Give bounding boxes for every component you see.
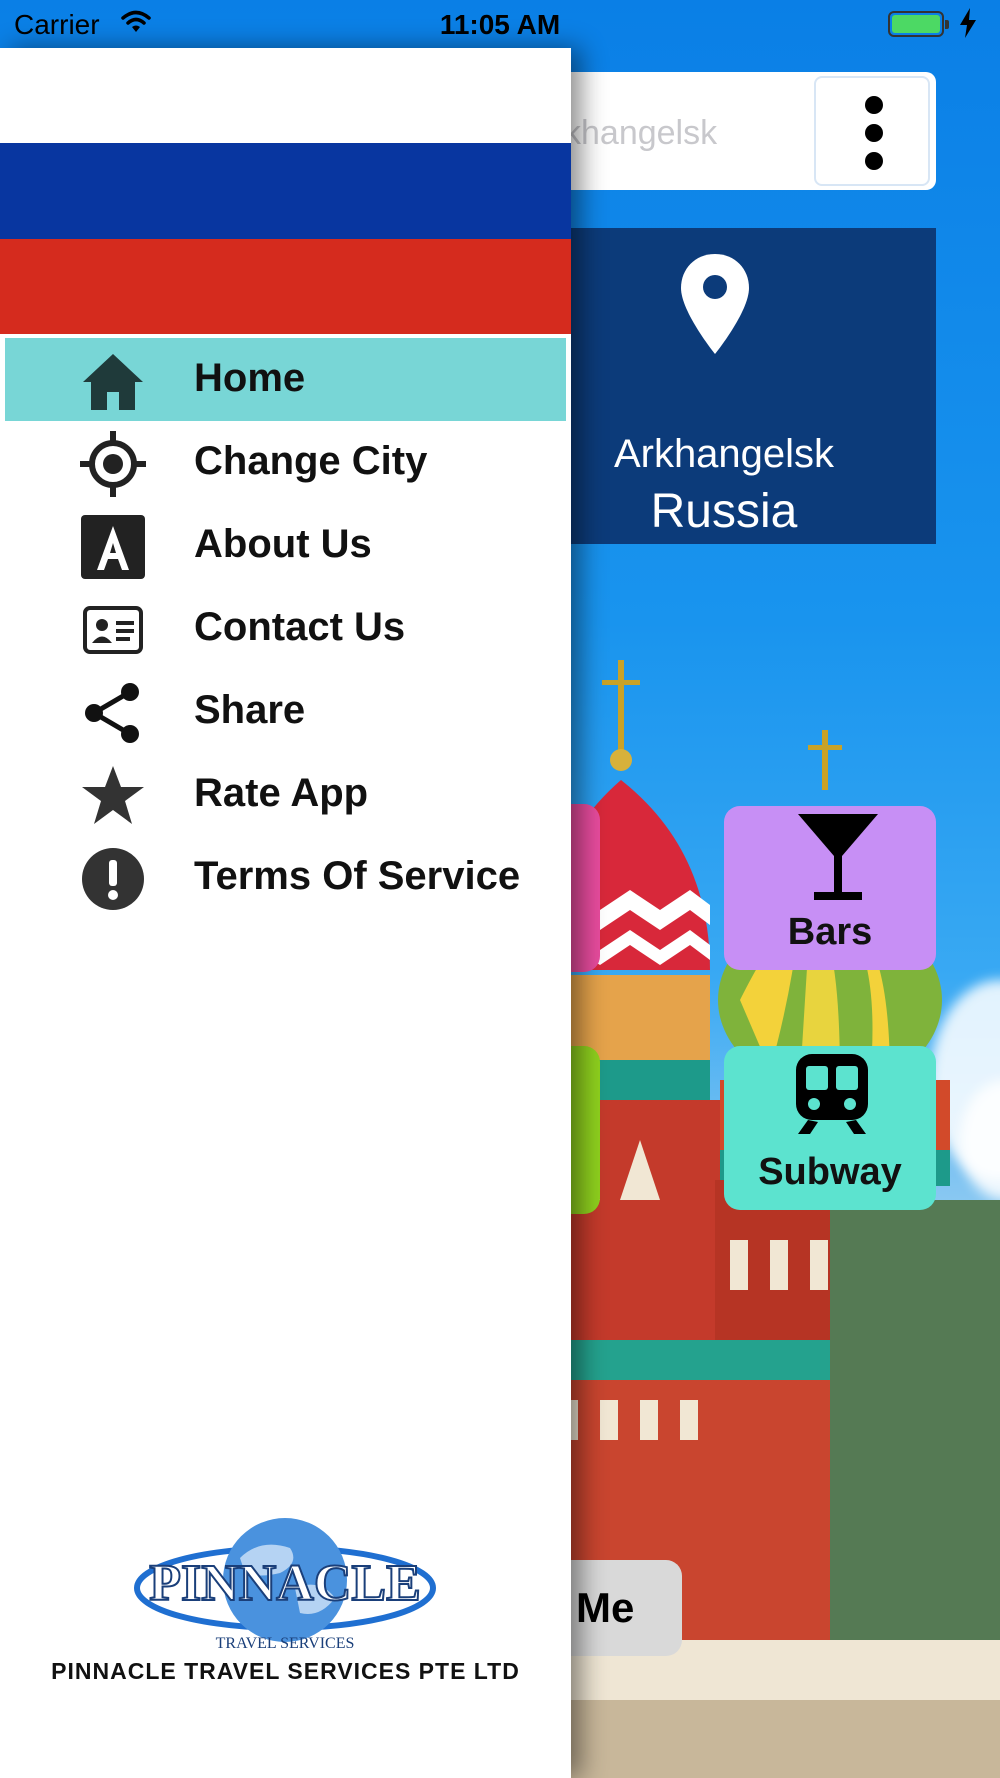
logo-text: PINNACLE	[149, 1555, 421, 1612]
logo-subtext: TRAVEL SERVICES	[216, 1635, 355, 1652]
menu-item-rate-app[interactable]: Rate App	[0, 753, 571, 836]
more-options-button[interactable]	[814, 76, 930, 186]
company-name: PINNACLE TRAVEL SERVICES PTE LTD	[51, 1658, 520, 1684]
menu-item-share[interactable]: Share	[0, 670, 571, 753]
side-drawer: Home Change City About Us Contact Us Sha…	[0, 48, 571, 1778]
menu-item-contact-us[interactable]: Contact Us	[0, 587, 571, 670]
subway-tile[interactable]: Subway	[724, 1046, 936, 1210]
menu-label: Change City	[194, 439, 428, 483]
flag-stripe-white	[0, 48, 571, 143]
pinnacle-logo: PINNACLE TRAVEL SERVICES	[134, 1518, 436, 1652]
bars-label: Bars	[787, 911, 873, 953]
menu-label: Terms Of Service	[194, 854, 521, 898]
exclamation-icon	[82, 848, 144, 910]
menu-label: Home	[194, 356, 306, 400]
drawer-menu: Home Change City About Us Contact Us Sha…	[0, 338, 571, 919]
menu-item-home[interactable]: Home	[5, 338, 566, 421]
flag-stripe-red	[0, 239, 571, 334]
contact-card-icon	[83, 606, 143, 654]
near-me-label: Me	[576, 1584, 635, 1631]
star-icon	[82, 766, 144, 824]
location-pin-icon	[681, 254, 749, 354]
status-bar: Carrier 11:05 AM	[0, 0, 1000, 48]
charging-icon	[960, 8, 976, 38]
share-icon	[85, 683, 139, 743]
menu-label: Contact Us	[194, 605, 406, 649]
menu-label: About Us	[194, 522, 372, 566]
flag-stripe-blue	[0, 143, 571, 239]
menu-label: Rate App	[194, 771, 369, 815]
menu-item-about-us[interactable]: About Us	[0, 504, 571, 587]
search-text: khangelsk	[564, 114, 718, 152]
menu-item-terms-of-service[interactable]: Terms Of Service	[0, 836, 571, 919]
menu-label: Share	[194, 688, 306, 732]
subway-label: Subway	[758, 1151, 902, 1193]
subway-train-icon	[796, 1054, 868, 1134]
menu-item-change-city[interactable]: Change City	[0, 421, 571, 504]
crosshair-icon	[80, 431, 146, 497]
cocktail-glass-icon	[798, 814, 878, 900]
location-country: Russia	[650, 485, 798, 538]
location-card[interactable]: Arkhangelsk Russia	[540, 228, 936, 544]
status-time: 11:05 AM	[439, 9, 561, 40]
letter-a-icon	[81, 515, 145, 579]
home-icon	[83, 354, 143, 410]
more-vertical-icon	[865, 96, 883, 114]
city-search-field[interactable]: khangelsk	[540, 72, 936, 190]
location-city: Arkhangelsk	[613, 432, 835, 476]
battery-icon	[888, 11, 949, 37]
bars-tile[interactable]: Bars	[724, 806, 936, 970]
